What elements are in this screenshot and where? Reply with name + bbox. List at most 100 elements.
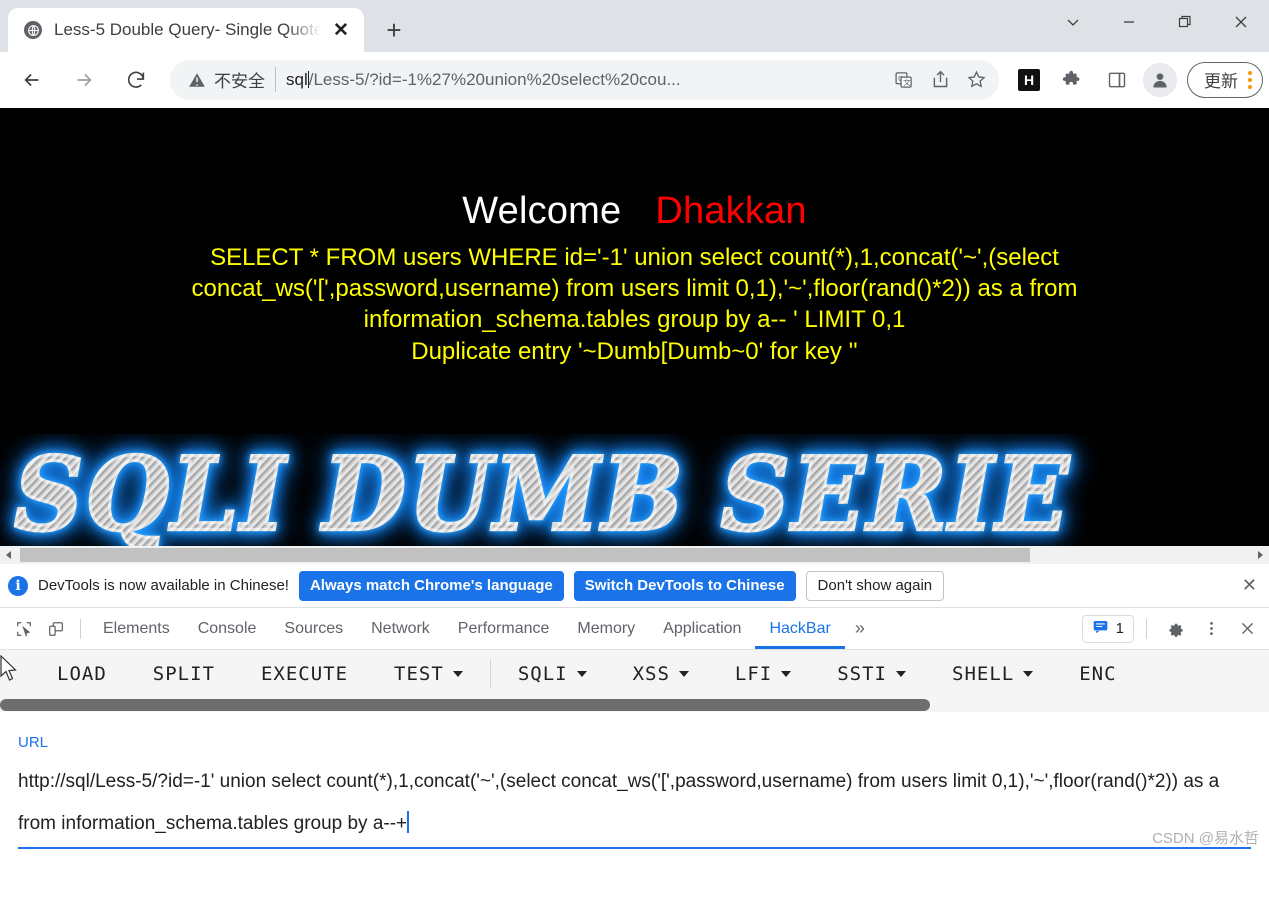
kebab-menu-icon[interactable] [1195, 614, 1227, 644]
mouse-cursor-icon [0, 654, 20, 688]
hackbar-toolbar: LOAD SPLIT EXECUTE TEST SQLI XSS LFI SST… [0, 650, 1269, 698]
always-match-language-button[interactable]: Always match Chrome's language [298, 570, 564, 601]
chevron-down-icon [1023, 671, 1034, 677]
side-panel-icon[interactable] [1098, 61, 1136, 99]
scroll-track[interactable] [18, 546, 1251, 564]
arrow-right-icon[interactable] [64, 60, 104, 100]
svg-text:文: 文 [903, 77, 911, 87]
tab-sources[interactable]: Sources [270, 608, 357, 649]
page-content: Welcome Dhakkan SELECT * FROM users WHERE… [0, 108, 1269, 366]
inspect-element-icon[interactable] [8, 614, 40, 644]
divider [1146, 618, 1147, 639]
tab-console[interactable]: Console [184, 608, 271, 649]
hackbar-body: URL http://sql/Less-5/?id=-1' union sele… [0, 712, 1269, 854]
hackbar-encoding-label: ENC [1079, 663, 1117, 685]
welcome-heading: Welcome Dhakkan [0, 190, 1269, 233]
devtools-actions: 1 [1081, 614, 1269, 644]
browser-window: Less-5 Double Query- Single Quotes- Stri… [0, 0, 1269, 908]
tab-network[interactable]: Network [357, 608, 444, 649]
tab-memory[interactable]: Memory [563, 608, 649, 649]
kebab-menu-icon[interactable] [1248, 70, 1252, 89]
hackbar-load-label: LOAD [57, 663, 107, 685]
sqli-dumb-series-banner: SQLI DUMB SERIE [0, 434, 1269, 554]
url-field-label: URL [18, 734, 49, 751]
arrow-left-icon[interactable] [12, 60, 52, 100]
chevron-down-icon [452, 671, 463, 677]
chevron-down-icon [678, 671, 689, 677]
switch-to-chinese-button[interactable]: Switch DevTools to Chinese [573, 570, 796, 601]
hackbar-execute-button[interactable]: EXECUTE [238, 663, 371, 685]
divider [80, 618, 81, 639]
gear-icon[interactable] [1159, 614, 1191, 644]
tab-strip: Less-5 Double Query- Single Quotes- Stri… [0, 0, 1269, 52]
hackbar-shell-menu[interactable]: SHELL [929, 663, 1056, 685]
translate-icon[interactable]: G 文 [887, 63, 921, 97]
device-toolbar-icon[interactable] [40, 614, 72, 644]
csdn-watermark: CSDN @易水哲 [1152, 830, 1259, 847]
tab-elements[interactable]: Elements [89, 608, 184, 649]
devtools-tab-bar: Elements Console Sources Network Perform… [0, 608, 1269, 650]
hackbar-toolbar-scrollbar[interactable] [0, 698, 1269, 712]
username-text: Dhakkan [655, 190, 807, 232]
address-bar[interactable]: 不安全 sql/Less-5/?id=-1%27%20union%20selec… [170, 59, 999, 100]
scroll-thumb[interactable] [0, 699, 930, 711]
url-display[interactable]: sql/Less-5/?id=-1%27%20union%20select%20… [286, 70, 885, 90]
divider [489, 659, 491, 689]
hackbar-shell-label: SHELL [952, 663, 1015, 685]
close-icon[interactable] [1231, 614, 1263, 644]
avatar-icon[interactable] [1143, 62, 1177, 97]
reload-icon[interactable] [116, 60, 156, 100]
page-horizontal-scrollbar[interactable] [0, 546, 1269, 564]
close-icon[interactable]: ✕ [328, 17, 354, 43]
sql-error-message: SELECT * FROM users WHERE id='-1' union … [191, 244, 1078, 334]
close-icon[interactable]: ✕ [1242, 575, 1261, 596]
browser-toolbar: 不安全 sql/Less-5/?id=-1%27%20union%20selec… [0, 52, 1269, 108]
devtools-language-notice: i DevTools is now available in Chinese! … [0, 564, 1269, 608]
caret-left-icon[interactable] [0, 546, 18, 564]
caret-right-icon[interactable] [1251, 546, 1269, 564]
star-icon[interactable] [959, 63, 993, 97]
hackbar-test-menu[interactable]: TEST [371, 663, 486, 685]
hackbar-url-input[interactable]: http://sql/Less-5/?id=-1' union select c… [18, 761, 1251, 849]
hackbar-sqli-menu[interactable]: SQLI [495, 663, 610, 685]
restore-icon[interactable] [1157, 0, 1213, 44]
update-button-label: 更新 [1204, 72, 1238, 91]
share-icon[interactable] [923, 63, 957, 97]
chevron-down-icon [576, 671, 587, 677]
minimize-icon[interactable] [1101, 0, 1157, 44]
tab-title: Less-5 Double Query- Single Quotes- Stri… [54, 20, 324, 39]
issues-count: 1 [1115, 620, 1124, 637]
hackbar-split-label: SPLIT [152, 663, 215, 685]
page-viewport: Welcome Dhakkan SELECT * FROM users WHERE… [0, 108, 1269, 564]
hackbar-sqli-label: SQLI [517, 663, 568, 685]
chevron-down-icon [896, 671, 906, 677]
info-icon: i [8, 575, 28, 596]
update-button[interactable]: 更新 [1187, 61, 1263, 98]
hackbar-xss-menu[interactable]: XSS [610, 663, 712, 685]
new-tab-button[interactable]: + [374, 10, 414, 50]
hackbar-load-button[interactable]: LOAD [34, 663, 130, 685]
banner-text: SQLI DUMB SERIE [13, 434, 1071, 554]
hackbar-lfi-menu[interactable]: LFI [712, 663, 814, 685]
notice-message: DevTools is now available in Chinese! [38, 577, 289, 594]
hackbar-icon[interactable]: H [1010, 61, 1048, 99]
globe-icon [24, 21, 42, 39]
more-tabs-button[interactable]: » [845, 618, 875, 639]
devtools-panel: i DevTools is now available in Chinese! … [0, 564, 1269, 854]
dont-show-again-button[interactable]: Don't show again [805, 570, 945, 601]
scroll-thumb[interactable] [20, 548, 1030, 562]
tab-application[interactable]: Application [649, 608, 755, 649]
hackbar-ssti-menu[interactable]: SSTI [814, 663, 929, 685]
hackbar-split-button[interactable]: SPLIT [130, 663, 238, 685]
tab-performance[interactable]: Performance [444, 608, 564, 649]
browser-tab[interactable]: Less-5 Double Query- Single Quotes- Stri… [8, 8, 364, 52]
chevron-down-icon[interactable] [1045, 0, 1101, 44]
url-path: /Less-5/?id=-1%27%20union%20select%20cou… [308, 69, 681, 89]
hackbar-url-value: http://sql/Less-5/?id=-1' union select c… [18, 771, 1220, 834]
issues-button[interactable]: 1 [1081, 614, 1134, 643]
tab-hackbar[interactable]: HackBar [755, 608, 844, 649]
puzzle-icon[interactable] [1054, 61, 1092, 99]
close-icon[interactable] [1213, 0, 1269, 44]
hackbar-encoding-menu[interactable]: ENC [1056, 663, 1139, 685]
url-host: sql [286, 69, 308, 89]
